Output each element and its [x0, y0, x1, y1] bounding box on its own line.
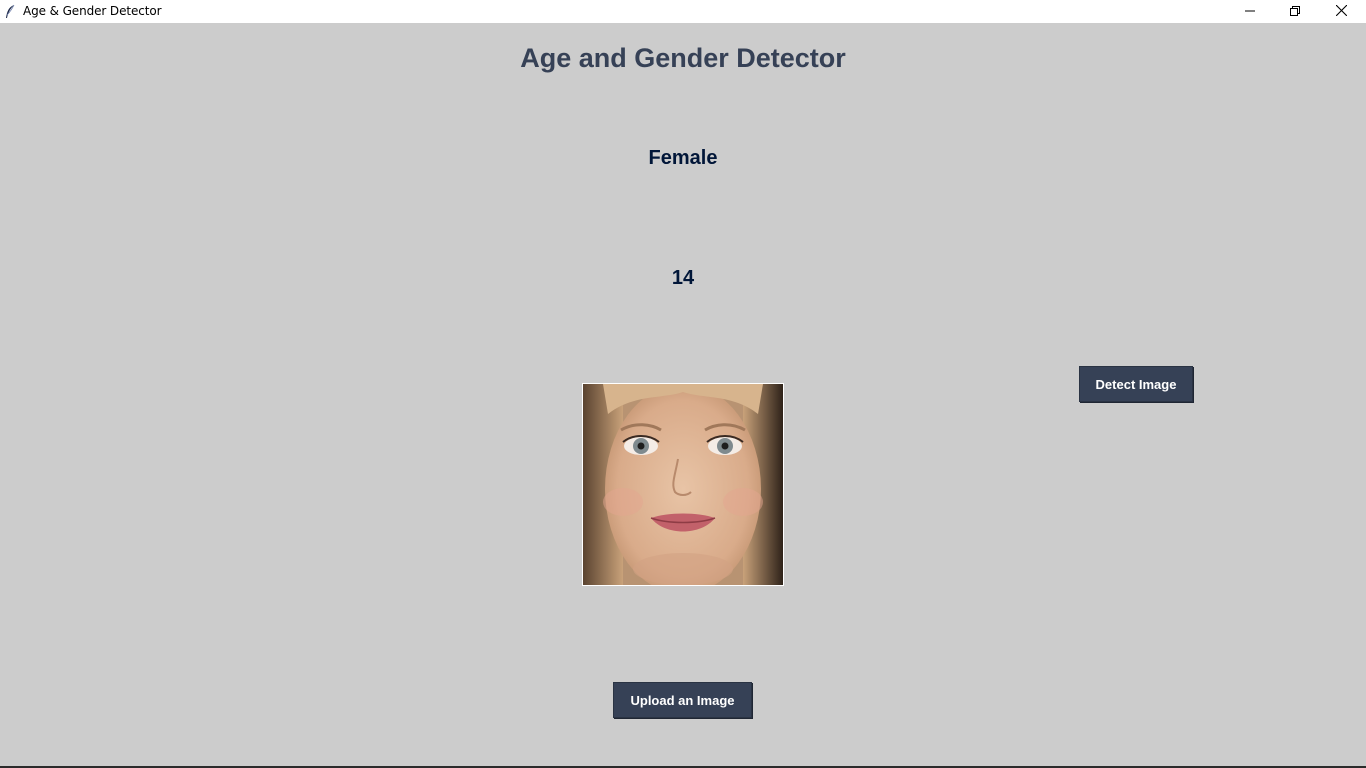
- face-photo-illustration: [583, 384, 783, 585]
- detect-image-button[interactable]: Detect Image: [1079, 366, 1193, 402]
- minimize-icon: [1245, 3, 1255, 21]
- app-window: Age & Gender Detector Age and Gender Det…: [0, 0, 1366, 768]
- close-icon: [1335, 3, 1347, 21]
- minimize-button[interactable]: [1227, 0, 1273, 23]
- upload-image-button[interactable]: Upload an Image: [613, 682, 752, 718]
- uploaded-face-image: [582, 383, 784, 586]
- page-title: Age and Gender Detector: [520, 43, 846, 73]
- restore-button[interactable]: [1272, 0, 1318, 23]
- title-bar[interactable]: Age & Gender Detector: [0, 0, 1366, 23]
- window-title: Age & Gender Detector: [23, 4, 162, 18]
- restore-icon: [1290, 3, 1300, 21]
- age-result-label: 14: [671, 267, 695, 289]
- close-button[interactable]: [1318, 0, 1364, 23]
- feather-icon: [4, 4, 16, 19]
- gender-result-label: Female: [648, 147, 718, 169]
